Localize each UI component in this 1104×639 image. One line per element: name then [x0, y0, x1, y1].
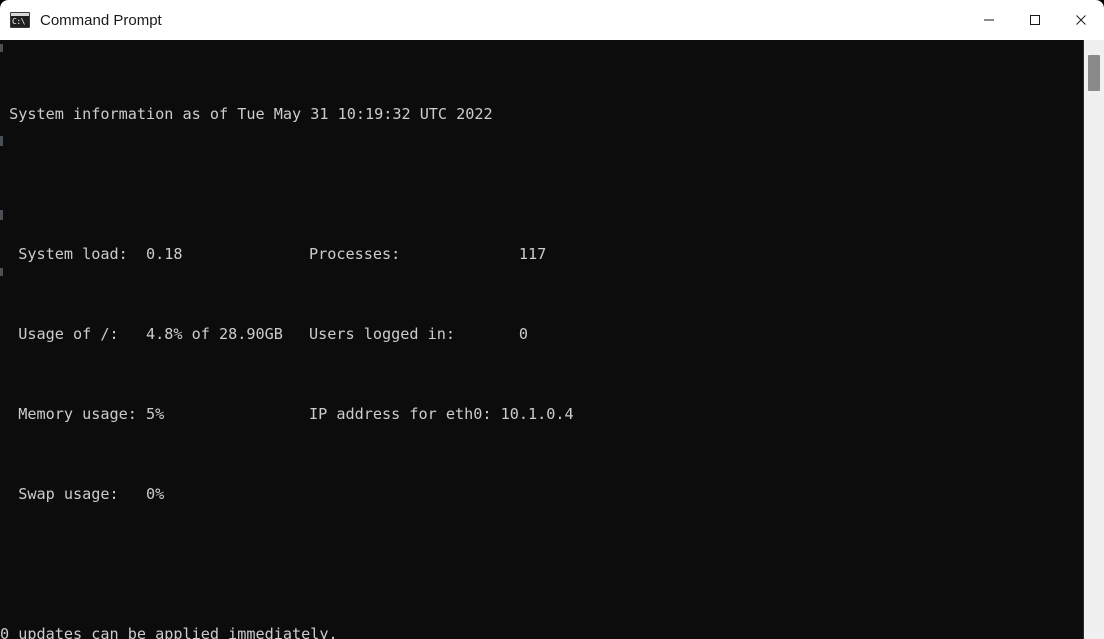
window-titlebar[interactable]: C:\ Command Prompt [0, 0, 1104, 40]
titlebar-left-group: C:\ Command Prompt [0, 0, 966, 40]
minimize-icon [984, 19, 994, 21]
window-title: Command Prompt [40, 11, 162, 29]
maximize-button[interactable] [1012, 0, 1058, 40]
maximize-icon [1030, 15, 1040, 25]
close-button[interactable] [1058, 0, 1104, 40]
sysinfo-label-value: Processes: 117 [309, 245, 547, 263]
terminal-line: 0 updates can be applied immediately. [0, 625, 338, 639]
terminal-line: System information as of Tue May 31 10:1… [0, 105, 493, 123]
terminal-line: Usage of /: 4.8% of 28.90GB Users logged … [0, 324, 1084, 344]
sysinfo-label-value: Usage of /: 4.8% of 28.90GB [0, 325, 283, 343]
terminal-line: System load: 0.18 Processes: 117 [0, 244, 1084, 264]
minimize-button[interactable] [966, 0, 1012, 40]
sysinfo-label-value: Memory usage: 5% [0, 405, 165, 423]
sysinfo-label-value: Users logged in: 0 [309, 325, 528, 343]
sysinfo-label-value: IP address for eth0: 10.1.0.4 [309, 405, 574, 423]
terminal-line: Swap usage: 0% [0, 485, 165, 503]
terminal-line: Memory usage: 5% IP address for eth0: 10.… [0, 404, 1084, 424]
close-icon [1076, 15, 1086, 25]
scrollbar-thumb[interactable] [1088, 55, 1100, 91]
command-prompt-window: C:\ Command Prompt System information as… [0, 0, 1104, 639]
vertical-scrollbar[interactable] [1084, 40, 1104, 639]
cmd-icon-glyph: C:\ [12, 17, 25, 26]
cmd-app-icon: C:\ [10, 12, 30, 28]
terminal-output-area[interactable]: System information as of Tue May 31 10:1… [0, 40, 1104, 639]
sysinfo-label-value: System load: 0.18 [0, 245, 183, 263]
terminal-text-buffer: System information as of Tue May 31 10:1… [0, 40, 1084, 639]
window-controls [966, 0, 1104, 40]
